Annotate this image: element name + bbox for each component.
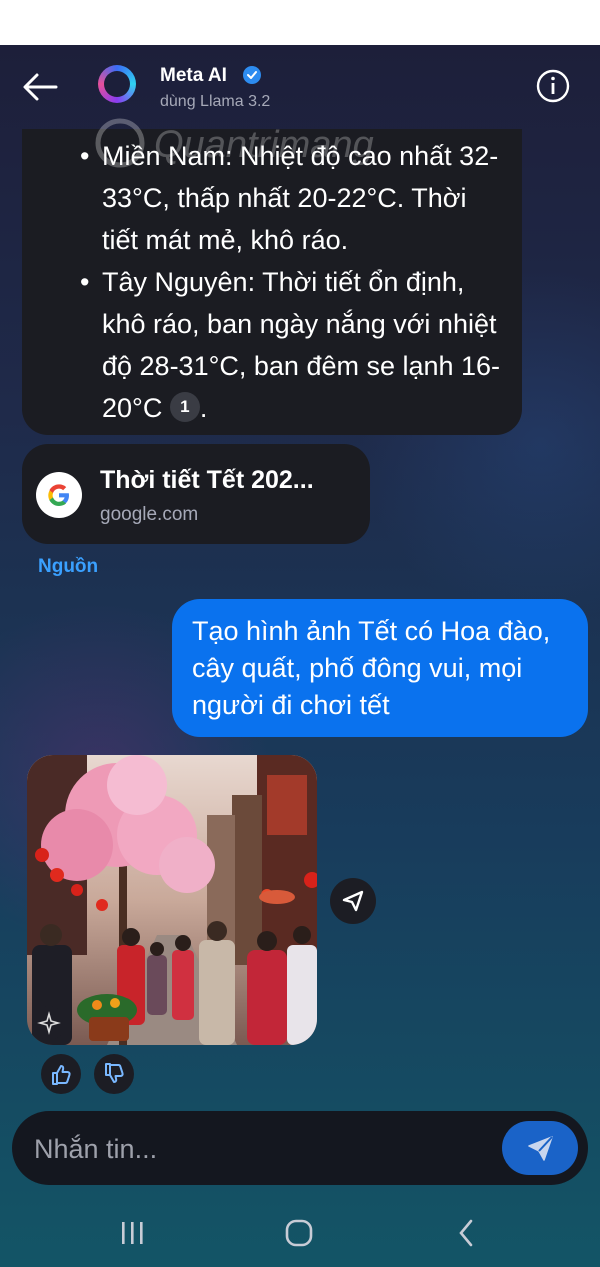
chat-title: Meta AI (160, 65, 227, 86)
bot-message-item: Tây Nguyên: Thời tiết ổn định, khô ráo, … (80, 261, 510, 429)
source-card[interactable]: Thời tiết Tết 202... google.com (22, 444, 370, 544)
verified-badge-icon (242, 65, 262, 85)
meta-ai-avatar[interactable] (98, 65, 136, 103)
generated-image-art (27, 755, 317, 1045)
thumbs-down-icon[interactable] (94, 1054, 134, 1094)
chat-subtitle: dùng Llama 3.2 (160, 93, 271, 110)
user-message-bubble: Tạo hình ảnh Tết có Hoa đào, cây quất, p… (172, 599, 588, 737)
user-message-text: Tạo hình ảnh Tết có Hoa đào, cây quất, p… (192, 616, 551, 720)
share-icon[interactable] (330, 878, 376, 924)
chat-screen: Miền Nam: Nhiệt độ cao nhất 32-33°C, thấ… (0, 45, 600, 1267)
sources-link[interactable]: Nguồn (38, 556, 98, 578)
info-icon[interactable] (536, 69, 570, 103)
watermark-text: Quantrimang (154, 124, 374, 166)
home-icon[interactable] (274, 1213, 324, 1253)
system-navbar (0, 1195, 600, 1267)
send-icon[interactable] (502, 1121, 578, 1175)
ai-sparkle-icon (32, 1006, 66, 1040)
chat-header: Meta AI dùng Llama 3.2 (0, 45, 600, 129)
message-composer (12, 1111, 588, 1185)
bot-message-text: Tây Nguyên: Thời tiết ổn định, khô ráo, … (102, 267, 501, 423)
message-input[interactable] (32, 1125, 496, 1173)
thumbs-up-icon[interactable] (41, 1054, 81, 1094)
google-g-icon (36, 472, 82, 518)
source-domain: google.com (100, 504, 199, 525)
source-title: Thời tiết Tết 202... (100, 466, 314, 494)
recent-apps-icon[interactable] (107, 1213, 157, 1253)
back-chevron-icon[interactable] (442, 1213, 492, 1253)
generated-image[interactable] (27, 755, 317, 1045)
bot-message-list: Miền Nam: Nhiệt độ cao nhất 32-33°C, thấ… (80, 135, 510, 429)
arrow-left-icon[interactable] (20, 67, 60, 107)
citation-badge[interactable]: 1 (169, 391, 200, 422)
bot-message-suffix: . (199, 393, 208, 423)
